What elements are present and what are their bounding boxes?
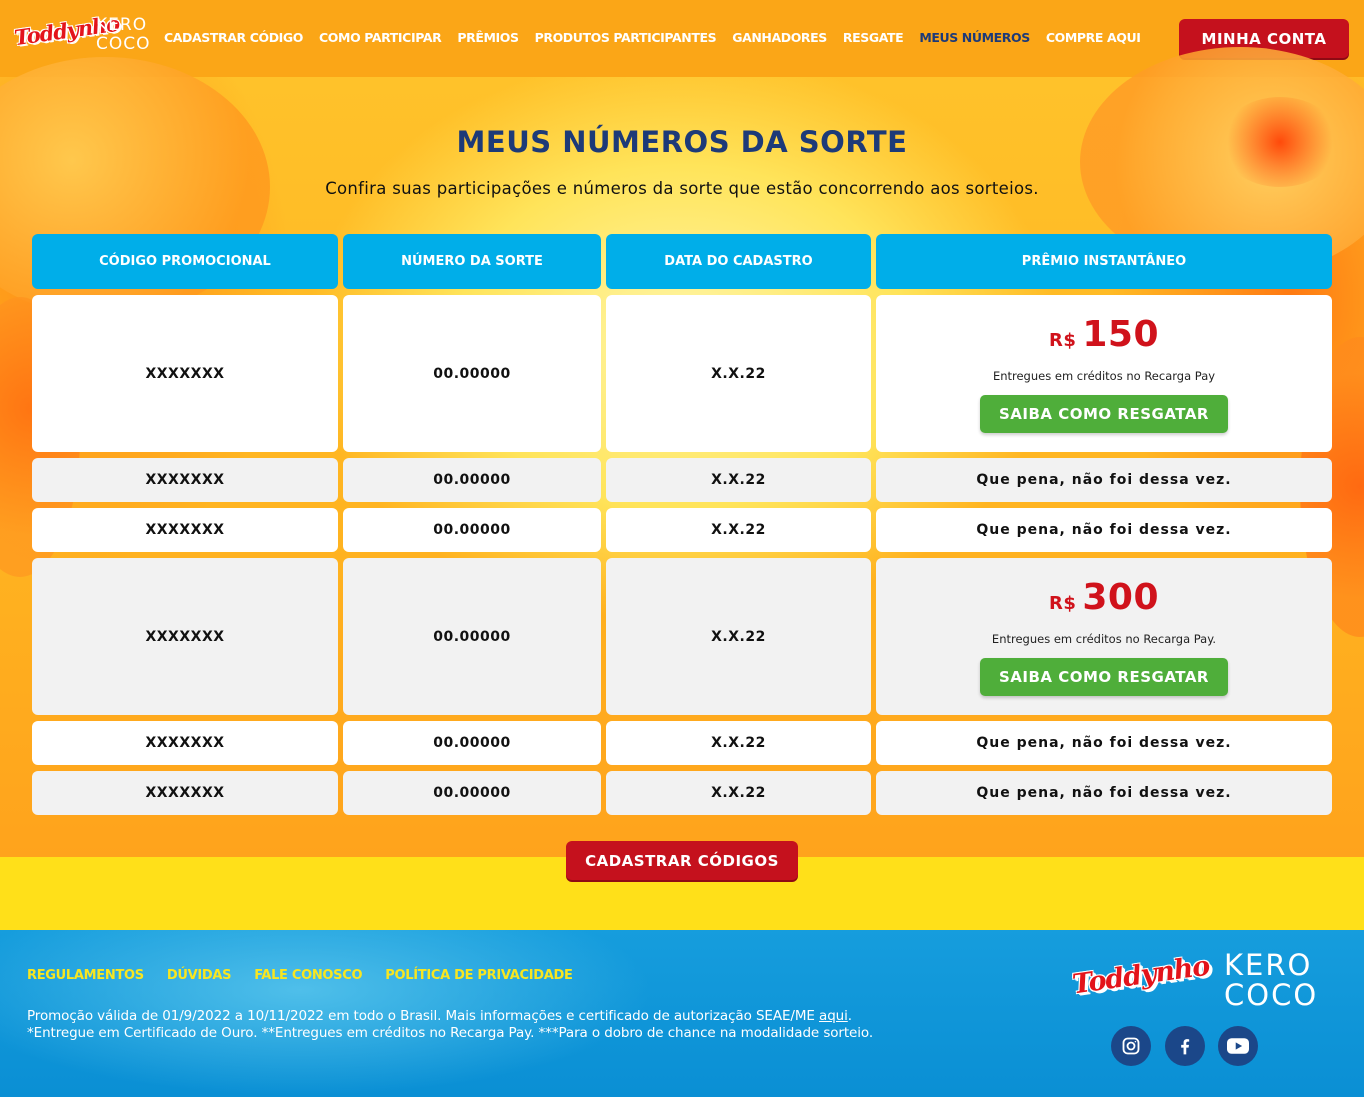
- cell-lucky-number: 00.00000: [343, 295, 601, 452]
- cell-code: XXXXXXX: [32, 771, 338, 815]
- register-codes-button[interactable]: CADASTRAR CÓDIGOS: [566, 841, 798, 880]
- table-row: XXXXXXX 00.00000 X.X.22 Que pena, não fo…: [32, 721, 1332, 765]
- footer-link-regulamentos[interactable]: REGULAMENTOS: [27, 968, 144, 983]
- cell-code: XXXXXXX: [32, 458, 338, 502]
- legal-text: Promoção válida de 01/9/2022 a 10/11/202…: [27, 1008, 873, 1042]
- cell-result: Que pena, não foi dessa vez.: [876, 721, 1332, 765]
- footer-link-fale-conosco[interactable]: FALE CONOSCO: [254, 968, 362, 983]
- table-row: XXXXXXX 00.00000 X.X.22 Que pena, não fo…: [32, 508, 1332, 552]
- table-header-row: CÓDIGO PROMOCIONAL NÚMERO DA SORTE DATA …: [32, 234, 1332, 289]
- cell-date: X.X.22: [606, 458, 871, 502]
- footer-link-privacidade[interactable]: POLÍTICA DE PRIVACIDADE: [385, 968, 573, 983]
- cell-date: X.X.22: [606, 558, 871, 715]
- cell-prize: R$ 300 Entregues em créditos no Recarga …: [876, 558, 1332, 715]
- cell-code: XXXXXXX: [32, 721, 338, 765]
- claim-prize-button[interactable]: SAIBA COMO RESGATAR: [980, 395, 1228, 433]
- facebook-icon[interactable]: [1165, 1026, 1205, 1066]
- footer-kerococo-logo[interactable]: KERO COCO: [1224, 950, 1316, 1010]
- nav-cadastrar-codigo[interactable]: CADASTRAR CÓDIGO: [164, 30, 303, 45]
- cell-result: Que pena, não foi dessa vez.: [876, 458, 1332, 502]
- legal-link-aqui[interactable]: aqui: [819, 1008, 848, 1024]
- cell-lucky-number: 00.00000: [343, 721, 601, 765]
- table-row: XXXXXXX 00.00000 X.X.22 Que pena, não fo…: [32, 771, 1332, 815]
- prize-amount: 150: [1082, 314, 1160, 355]
- claim-prize-button[interactable]: SAIBA COMO RESGATAR: [980, 658, 1228, 696]
- prize-value: R$ 150: [1049, 314, 1159, 355]
- nav-ganhadores[interactable]: GANHADORES: [732, 30, 827, 45]
- prize-note: Entregues em créditos no Recarga Pay.: [991, 632, 1217, 646]
- main-content: MEUS NÚMEROS DA SORTE Confira suas parti…: [0, 47, 1364, 857]
- table-row: XXXXXXX 00.00000 X.X.22 Que pena, não fo…: [32, 458, 1332, 502]
- nav-como-participar[interactable]: COMO PARTICIPAR: [319, 30, 442, 45]
- cell-lucky-number: 00.00000: [343, 508, 601, 552]
- column-header-premio: PRÊMIO INSTANTÂNEO: [876, 234, 1332, 289]
- cell-code: XXXXXXX: [32, 295, 338, 452]
- legal-line-1-end: .: [847, 1008, 852, 1024]
- legal-line-2: *Entregue em Certificado de Ouro. **Entr…: [27, 1025, 874, 1041]
- nav-compre-aqui[interactable]: COMPRE AQUI: [1046, 30, 1141, 45]
- column-header-data: DATA DO CADASTRO: [606, 234, 871, 289]
- cell-date: X.X.22: [606, 771, 871, 815]
- nav-produtos-participantes[interactable]: PRODUTOS PARTICIPANTES: [535, 30, 717, 45]
- cell-lucky-number: 00.00000: [343, 458, 601, 502]
- cell-code: XXXXXXX: [32, 558, 338, 715]
- main-nav: CADASTRAR CÓDIGO COMO PARTICIPAR PRÊMIOS…: [164, 30, 1156, 45]
- footer-toddynho-logo[interactable]: Toddynho: [1071, 951, 1212, 1001]
- page-subtitle: Confira suas participações e números da …: [325, 179, 1039, 198]
- table-row: XXXXXXX 00.00000 X.X.22 R$ 150 Entregues…: [32, 295, 1332, 452]
- nav-premios[interactable]: PRÊMIOS: [457, 30, 519, 45]
- cell-date: X.X.22: [606, 721, 871, 765]
- page-title: MEUS NÚMEROS DA SORTE: [456, 125, 908, 159]
- site-footer: REGULAMENTOS DÚVIDAS FALE CONOSCO POLÍTI…: [0, 930, 1364, 1097]
- cell-result: Que pena, não foi dessa vez.: [876, 771, 1332, 815]
- youtube-icon[interactable]: [1218, 1026, 1258, 1066]
- legal-line-1: Promoção válida de 01/9/2022 a 10/11/202…: [27, 1008, 820, 1024]
- nav-resgate[interactable]: RESGATE: [843, 30, 904, 45]
- cell-date: X.X.22: [606, 508, 871, 552]
- nav-meus-numeros[interactable]: MEUS NÚMEROS: [919, 30, 1030, 45]
- footer-links: REGULAMENTOS DÚVIDAS FALE CONOSCO POLÍTI…: [27, 968, 596, 983]
- prize-currency: R$: [1048, 330, 1077, 351]
- prize-note: Entregues em créditos no Recarga Pay: [992, 369, 1216, 383]
- cell-prize: R$ 150 Entregues em créditos no Recarga …: [876, 295, 1332, 452]
- table-row: XXXXXXX 00.00000 X.X.22 R$ 300 Entregues…: [32, 558, 1332, 715]
- prize-value: R$ 300: [1049, 577, 1159, 618]
- cell-lucky-number: 00.00000: [343, 771, 601, 815]
- kerococo-logo[interactable]: KERO COCO: [96, 16, 150, 54]
- instagram-icon[interactable]: [1111, 1026, 1151, 1066]
- cell-result: Que pena, não foi dessa vez.: [876, 508, 1332, 552]
- cell-lucky-number: 00.00000: [343, 558, 601, 715]
- cell-code: XXXXXXX: [32, 508, 338, 552]
- column-header-numero: NÚMERO DA SORTE: [343, 234, 601, 289]
- prize-currency: R$: [1048, 593, 1077, 614]
- footer-link-duvidas[interactable]: DÚVIDAS: [167, 968, 232, 983]
- prize-amount: 300: [1082, 577, 1160, 618]
- cell-date: X.X.22: [606, 295, 871, 452]
- column-header-codigo: CÓDIGO PROMOCIONAL: [32, 234, 338, 289]
